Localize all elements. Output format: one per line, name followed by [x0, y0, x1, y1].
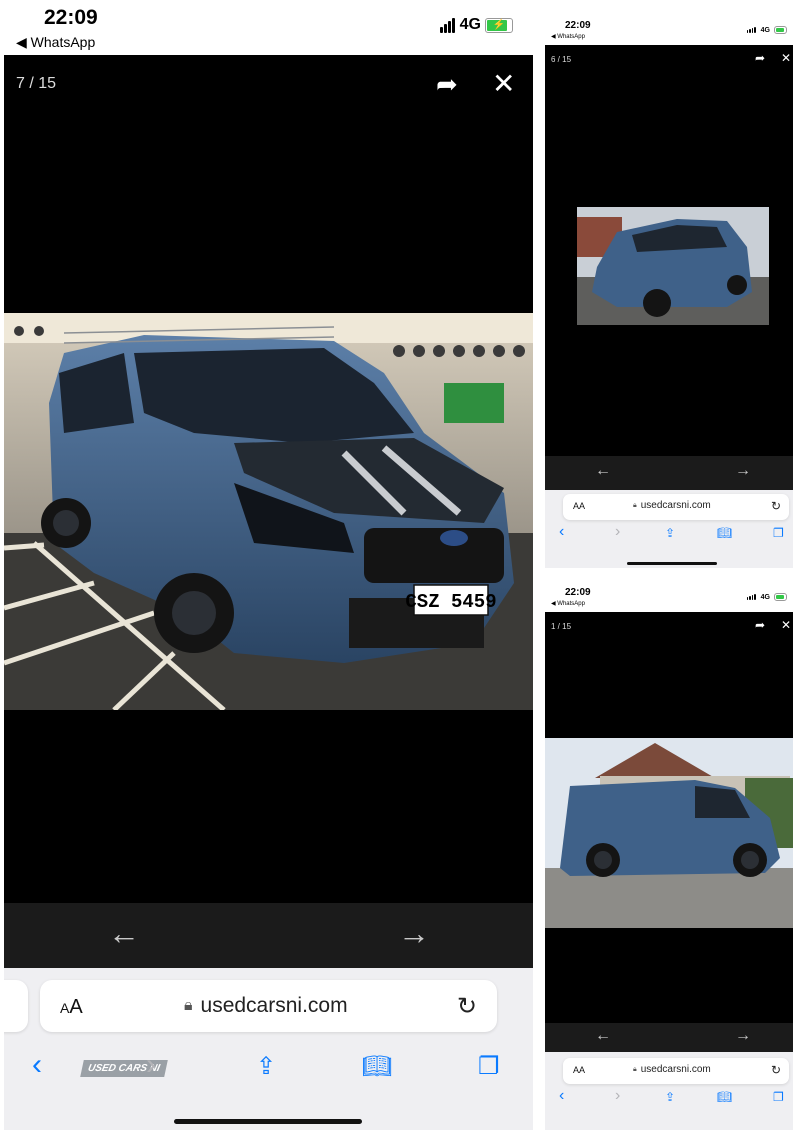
main-screenshot: 22:09 ◀ WhatsApp 4G ⚡ 7 / 15 ➦ ✕ CSZ 545…: [4, 0, 533, 1130]
tabs-icon[interactable]: ❐: [773, 1090, 784, 1104]
share-arrow-icon[interactable]: ➦: [755, 51, 765, 65]
thumb-top-domain: 🔒︎ usedcarsni.com: [633, 500, 711, 511]
lock-icon: 🔒︎: [184, 997, 193, 1014]
chevron-right-icon[interactable]: ›: [615, 1087, 620, 1105]
arrow-right-icon[interactable]: →: [735, 1027, 751, 1045]
previous-tab-preview[interactable]: [4, 980, 28, 1032]
share-sheet-icon[interactable]: ⇪: [256, 1052, 276, 1081]
status-bar: 22:09 ◀ WhatsApp 4G ⚡: [4, 0, 533, 55]
close-icon[interactable]: ✕: [781, 618, 791, 632]
thumb-top-back-label: WhatsApp: [557, 34, 585, 40]
thumb-bottom-aa[interactable]: AA: [573, 1065, 585, 1075]
url-domain: 🔒︎ usedcarsni.com: [184, 994, 348, 1018]
lock-icon: 🔒︎: [633, 501, 637, 509]
reload-icon[interactable]: ↻: [771, 499, 781, 513]
share-sheet-icon[interactable]: ⇪: [665, 526, 675, 540]
signal-group: 4G ⚡: [439, 16, 513, 34]
aa-label: A: [69, 996, 83, 1018]
close-icon[interactable]: ✕: [492, 67, 515, 100]
thumbnail-top: 22:09 ◀ WhatsApp 4G 6 / 15 ➦ ✕ ← → AA 🔒︎…: [545, 18, 793, 568]
thumb-top-safari: AA 🔒︎ usedcarsni.com ↻ ‹ › ⇪ 📖︎ ❐: [545, 490, 793, 568]
book-icon[interactable]: 📖︎: [362, 1052, 392, 1081]
thumb-bottom-back-link[interactable]: ◀ WhatsApp: [551, 600, 585, 607]
book-icon[interactable]: 📖︎: [717, 526, 732, 540]
arrow-right-icon[interactable]: →: [398, 915, 430, 952]
thumb-bottom-photo: [545, 738, 793, 928]
book-icon[interactable]: 📖︎: [717, 1090, 732, 1104]
thumb-bottom-arrow-bar: ← →: [545, 1023, 793, 1052]
thumb-top-van-drawing: [577, 207, 769, 325]
signal-bars-icon: [439, 17, 456, 33]
thumb-bottom-van-drawing: [545, 738, 793, 928]
nav-arrow-bar: ← →: [4, 903, 533, 968]
thumb-bottom-back-label: WhatsApp: [557, 601, 585, 607]
chevron-left-icon[interactable]: ‹: [559, 523, 564, 541]
battery-charging-icon: ⚡: [485, 17, 513, 33]
reader-aa-button[interactable]: AA: [60, 996, 83, 1019]
image-counter: 7 / 15: [16, 75, 57, 92]
url-bar[interactable]: AA 🔒︎ usedcarsni.com ↻: [40, 980, 497, 1032]
chevron-right-icon[interactable]: ›: [615, 523, 620, 541]
thumb-bottom-viewer: 1 / 15 ➦ ✕ ← →: [545, 612, 793, 1052]
van-photo: CSZ 5459: [4, 313, 533, 710]
arrow-left-icon[interactable]: ←: [595, 462, 611, 480]
close-icon[interactable]: ✕: [781, 51, 791, 65]
chevron-left-icon[interactable]: ‹: [32, 1048, 42, 1082]
home-indicator: [627, 562, 717, 565]
battery-charging-icon: [774, 26, 787, 34]
thumb-top-back-link[interactable]: ◀ WhatsApp: [551, 33, 585, 40]
back-app-label: WhatsApp: [30, 34, 96, 50]
thumb-top-domain-text: usedcarsni.com: [640, 500, 711, 511]
thumb-bottom-domain: 🔒︎ usedcarsni.com: [633, 1064, 711, 1075]
url-domain-text: usedcarsni.com: [200, 994, 348, 1017]
thumb-bottom-counter: 1 / 15: [551, 622, 572, 631]
thumb-top-signal: 4G: [746, 26, 787, 34]
lock-icon: 🔒︎: [633, 1065, 637, 1073]
reload-icon[interactable]: ↻: [771, 1063, 781, 1077]
tabs-icon[interactable]: ❐: [478, 1052, 500, 1081]
thumb-bottom-signal: 4G: [746, 593, 787, 601]
tabs-icon[interactable]: ❐: [773, 526, 784, 540]
thumb-bottom-time: 22:09: [565, 587, 591, 598]
license-plate: CSZ 5459: [405, 591, 496, 613]
signal-bars-icon: [746, 27, 757, 33]
arrow-left-icon[interactable]: ←: [108, 915, 140, 952]
thumb-top-arrow-bar: ← →: [545, 456, 793, 490]
battery-charging-icon: [774, 593, 787, 601]
thumb-top-aa[interactable]: AA: [573, 501, 585, 511]
thumb-top-counter: 6 / 15: [551, 55, 572, 64]
thumb-top-network: 4G: [760, 26, 770, 34]
thumb-bottom-url-bar[interactable]: AA 🔒︎ usedcarsni.com ↻: [563, 1058, 789, 1084]
network-label: 4G: [459, 16, 481, 33]
thumbnail-bottom: 22:09 ◀ WhatsApp 4G 1 / 15 ➦ ✕ ← → AA 🔒︎…: [545, 585, 793, 1130]
image-viewer: 7 / 15 ➦ ✕ CSZ 5459 ← →: [4, 55, 533, 968]
thumb-bottom-safari: AA 🔒︎ usedcarsni.com ↻ ‹ › ⇪ 📖︎ ❐: [545, 1052, 793, 1130]
chevron-left-icon[interactable]: ‹: [559, 1087, 564, 1105]
thumb-top-viewer: 6 / 15 ➦ ✕ ← →: [545, 45, 793, 490]
share-sheet-icon[interactable]: ⇪: [665, 1090, 675, 1104]
share-arrow-icon[interactable]: ➦: [755, 618, 765, 632]
back-to-app-link[interactable]: ◀ WhatsApp: [16, 34, 95, 51]
thumb-top-time: 22:09: [565, 20, 591, 31]
van-photo-drawing: CSZ 5459: [4, 313, 533, 710]
thumb-bottom-network: 4G: [760, 593, 770, 601]
back-triangle-icon: ◀: [16, 34, 31, 50]
thumb-top-url-bar[interactable]: AA 🔒︎ usedcarsni.com ↻: [563, 494, 789, 520]
thumb-top-photo: [577, 207, 769, 325]
status-time: 22:09: [44, 6, 98, 29]
arrow-left-icon[interactable]: ←: [595, 1027, 611, 1045]
thumb-bottom-domain-text: usedcarsni.com: [640, 1064, 711, 1075]
home-indicator: [174, 1119, 362, 1124]
share-arrow-icon[interactable]: ➦: [436, 69, 458, 100]
thumb-top-status-bar: 22:09 ◀ WhatsApp 4G: [545, 18, 793, 45]
reload-icon[interactable]: ↻: [457, 992, 477, 1021]
arrow-right-icon[interactable]: →: [735, 462, 751, 480]
chevron-right-icon[interactable]: ›: [146, 1048, 156, 1082]
signal-bars-icon: [746, 594, 757, 600]
safari-toolbar: AA 🔒︎ usedcarsni.com ↻ ‹ USED CARS NI › …: [4, 968, 533, 1130]
thumb-bottom-status-bar: 22:09 ◀ WhatsApp 4G: [545, 585, 793, 612]
